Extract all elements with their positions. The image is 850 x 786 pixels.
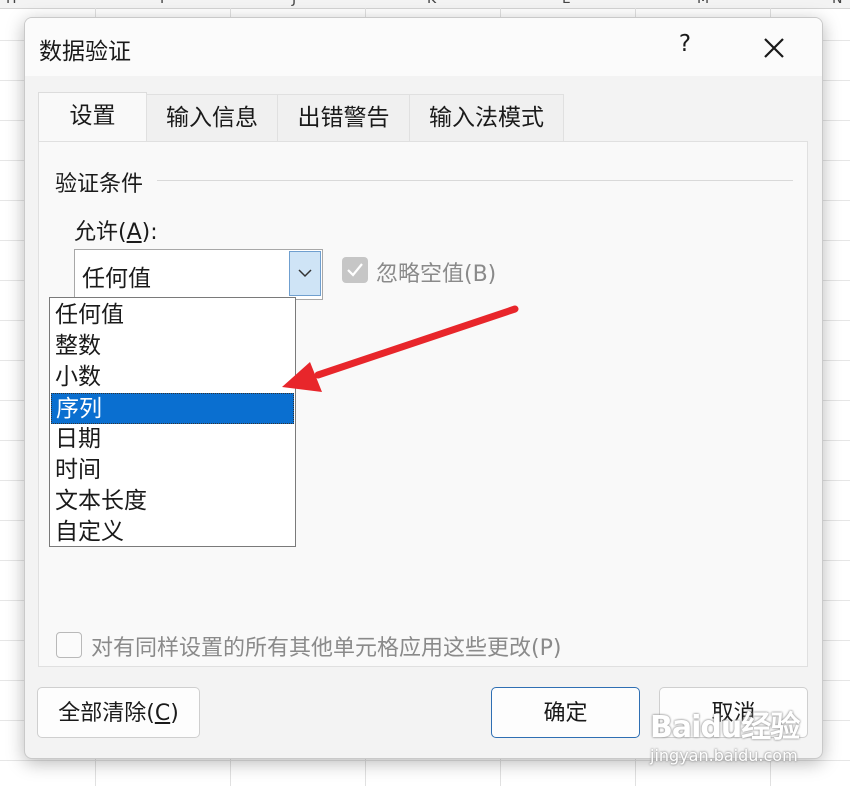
watermark-logo-text: Baidu经验 [650, 710, 800, 745]
baidu-watermark: Baidu经验 jingyan.baidu.com [650, 700, 850, 780]
watermark-url: jingyan.baidu.com [650, 746, 798, 765]
annotation-arrow-icon [282, 305, 519, 392]
